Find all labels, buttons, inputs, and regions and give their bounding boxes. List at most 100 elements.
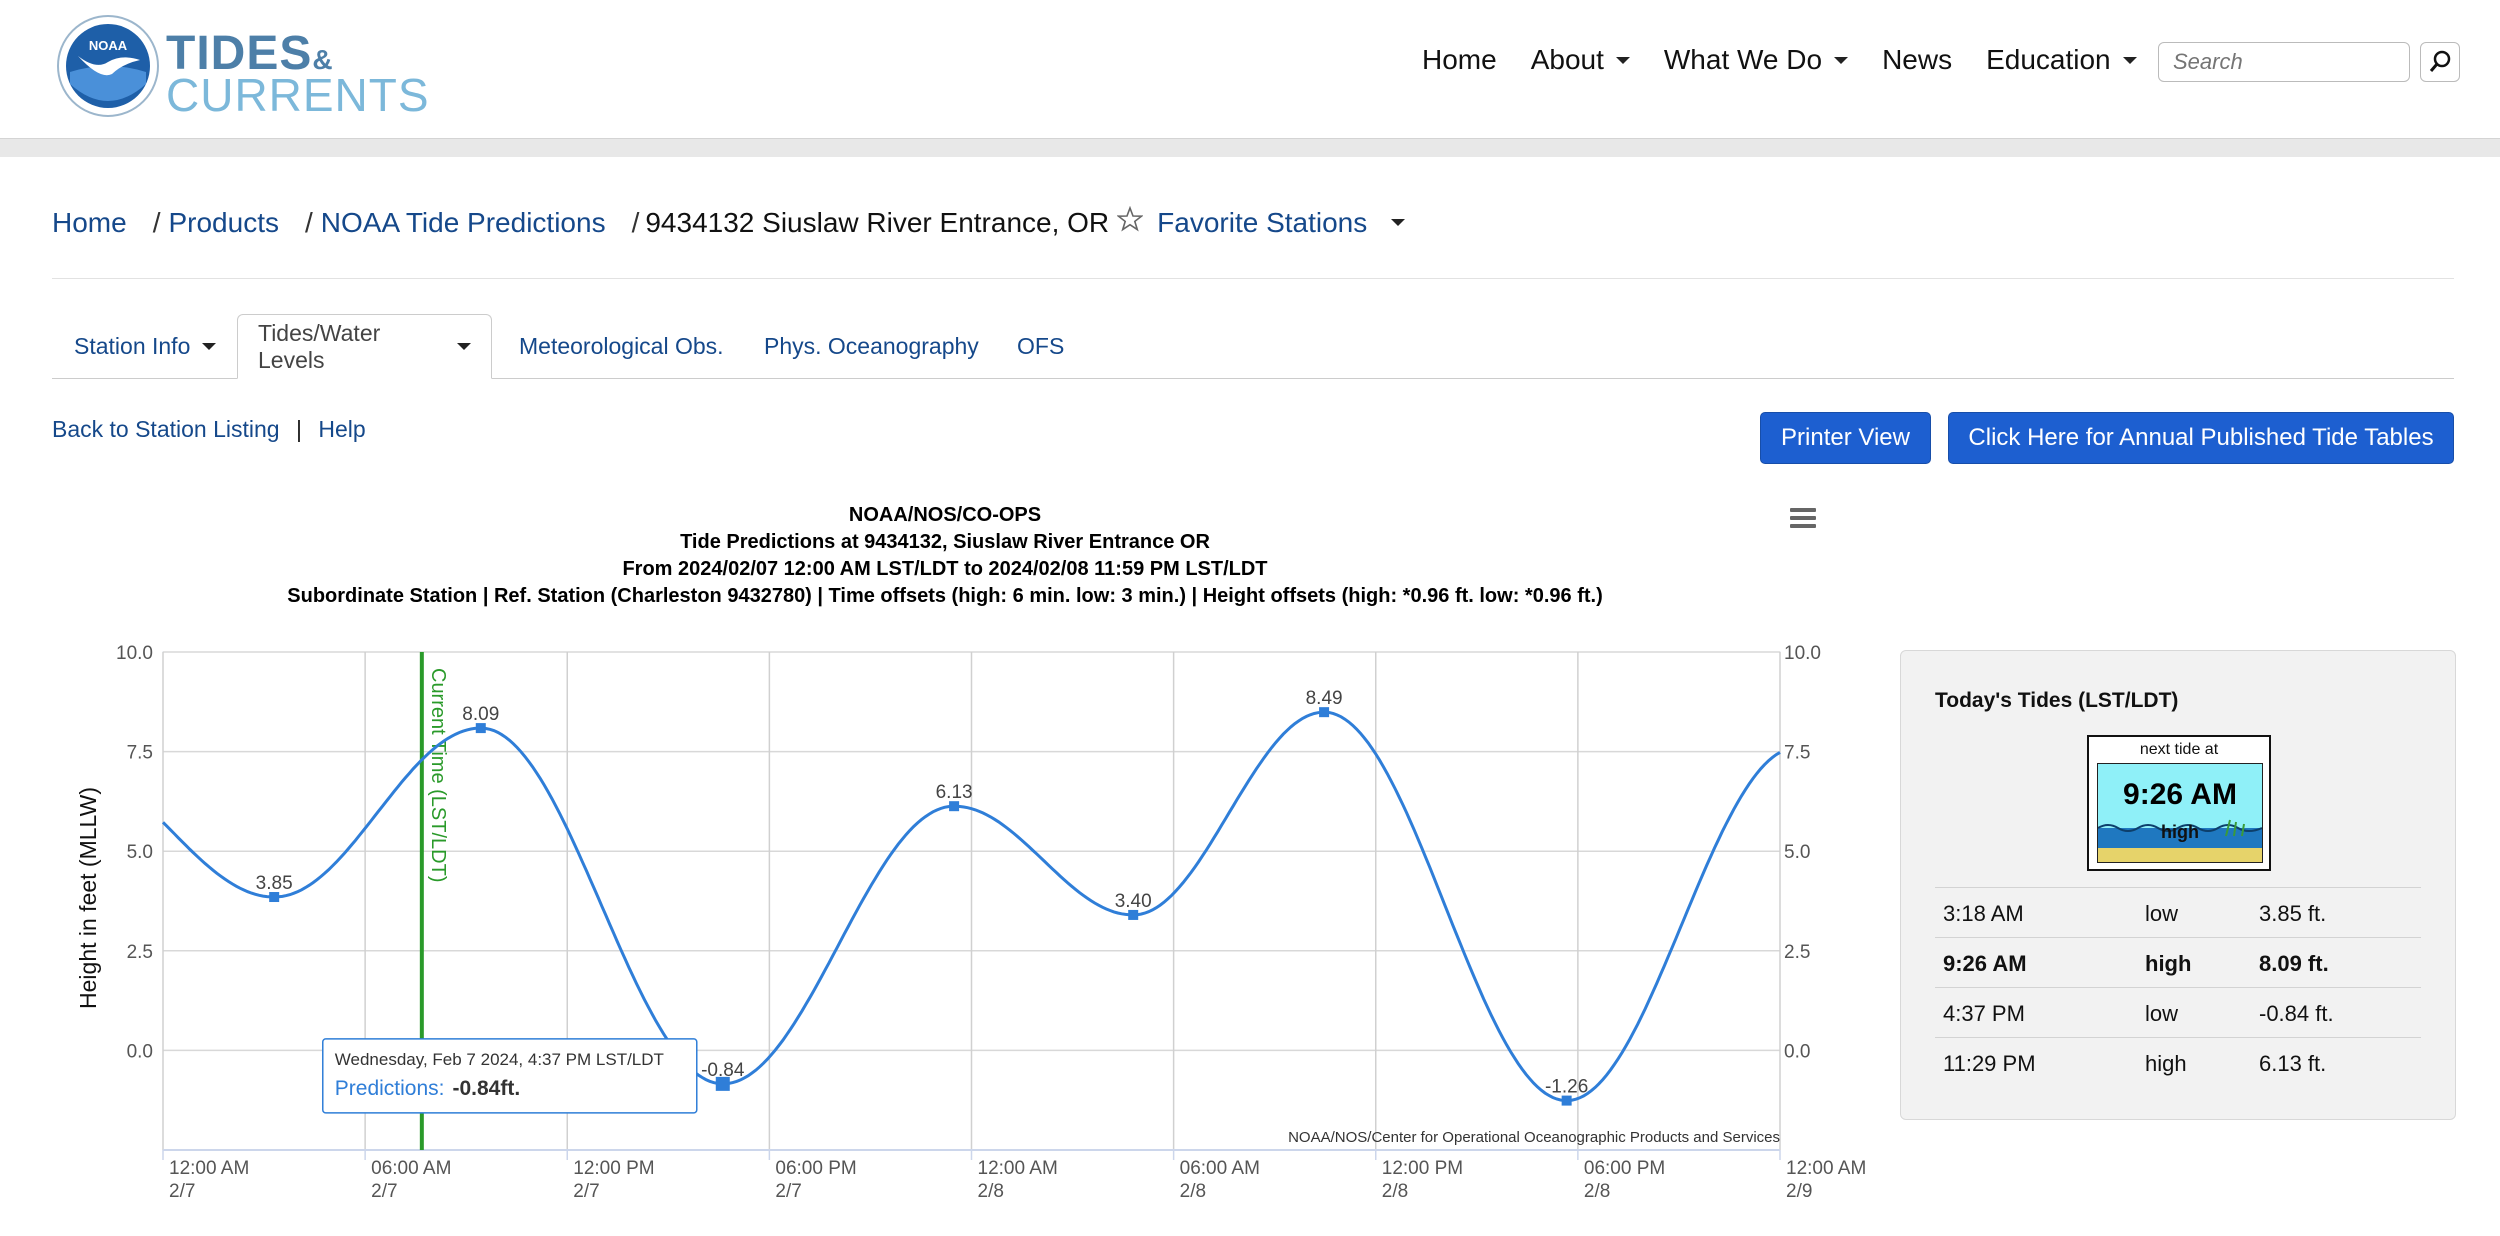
- chart-title-line-3: From 2024/02/07 12:00 AM LST/LDT to 2024…: [622, 558, 1268, 580]
- favorite-stations-dropdown[interactable]: Favorite Stations: [1157, 207, 1367, 239]
- breadcrumb-tide-predictions[interactable]: NOAA Tide Predictions: [321, 207, 606, 239]
- site-header: NOAA TIDES& CURRENTS Home About What We …: [0, 0, 2500, 138]
- back-to-station-listing-link[interactable]: Back to Station Listing: [52, 416, 280, 442]
- breadcrumb-divider: [52, 278, 2454, 279]
- chevron-down-icon: [1615, 56, 1630, 64]
- data-label: -0.84: [701, 1060, 745, 1081]
- y-tick-label: 5.0: [127, 842, 153, 863]
- data-label: 8.09: [462, 704, 499, 725]
- tab-station-info[interactable]: Station Info: [74, 314, 217, 378]
- tide-height: 6.13 ft.: [2259, 1051, 2327, 1076]
- chart-title-line-4: Subordinate Station | Ref. Station (Char…: [287, 585, 1603, 607]
- x-tick-label: 12:00 AM: [1786, 1158, 1866, 1179]
- svg-text:NOAA: NOAA: [89, 38, 128, 53]
- printer-view-button[interactable]: Printer View: [1760, 412, 1931, 464]
- site-logo-text[interactable]: TIDES& CURRENTS: [166, 30, 430, 119]
- x-tick-date: 2/7: [573, 1181, 599, 1202]
- chart-credit[interactable]: NOAA/NOS/Center for Operational Oceanogr…: [1288, 1129, 1780, 1146]
- chart-menu-icon[interactable]: [1788, 504, 1818, 537]
- tab-tides-water-levels[interactable]: Tides/Water Levels: [237, 314, 492, 379]
- search-button[interactable]: [2420, 42, 2460, 82]
- tide-type: high: [2145, 1051, 2187, 1076]
- noaa-logo[interactable]: NOAA: [56, 14, 160, 123]
- search-icon: [2429, 50, 2451, 72]
- y-tick-label-right: 10.0: [1784, 643, 1821, 664]
- x-tick-date: 2/8: [1180, 1181, 1206, 1202]
- next-tide-label: next tide at: [2139, 741, 2219, 758]
- y-tick-label-right: 0.0: [1784, 1041, 1810, 1062]
- nav-about[interactable]: About: [1531, 44, 1630, 76]
- x-tick-date: 2/7: [371, 1181, 397, 1202]
- tab-ofs[interactable]: OFS: [1017, 314, 1064, 378]
- next-tide-type: high: [2161, 822, 2199, 842]
- x-tick-label: 12:00 AM: [978, 1158, 1058, 1179]
- nav-news-label: News: [1882, 44, 1953, 75]
- favorite-star-icon[interactable]: [1116, 205, 1144, 239]
- chart-title-line-2: Tide Predictions at 9434132, Siuslaw Riv…: [680, 531, 1210, 553]
- tab-tides-label: Tides/Water Levels: [258, 319, 381, 373]
- x-tick-label: 06:00 PM: [775, 1158, 856, 1179]
- tide-prediction-chart[interactable]: 10.0 10.0 7.5 7.5 5.0 5.0 2.5 2.5 0.0 0.0 12:00 A…: [0, 630, 1900, 1230]
- data-label: 6.13: [936, 782, 973, 803]
- water-waves-icon: [2098, 819, 2262, 862]
- x-axis: 12:00 AM2/706:00 AM2/712:00 PM2/706:00 P…: [162, 1149, 1866, 1202]
- tide-time: 9:26 AM: [1943, 951, 2027, 976]
- y-tick-label: 2.5: [127, 942, 153, 963]
- x-tick-label: 06:00 AM: [1180, 1158, 1260, 1179]
- search-input[interactable]: [2158, 42, 2410, 82]
- tab-meteorological-label: Meteorological Obs.: [519, 332, 724, 359]
- y-tick-label: 7.5: [127, 743, 153, 764]
- tooltip-body: Predictions: -0.84ft.: [335, 1077, 520, 1100]
- nav-education[interactable]: Education: [1986, 44, 2137, 76]
- tide-row: 9:26 AM high 8.09 ft.: [1935, 937, 2421, 988]
- tooltip-header: Wednesday, Feb 7 2024, 4:37 PM LST/LDT: [335, 1050, 664, 1069]
- breadcrumb-home[interactable]: Home: [52, 207, 127, 239]
- x-tick-date: 2/7: [775, 1181, 801, 1202]
- y-tick-label-right: 2.5: [1784, 942, 1810, 963]
- breadcrumb-separator: /: [631, 206, 640, 238]
- x-tick-label: 12:00 PM: [573, 1158, 654, 1179]
- breadcrumb-separator: /: [152, 206, 161, 238]
- noaa-emblem-icon: NOAA: [57, 15, 159, 117]
- tide-time: 11:29 PM: [1943, 1051, 2036, 1076]
- nav-news[interactable]: News: [1882, 44, 1952, 76]
- main-nav: Home About What We Do News Education: [1422, 44, 2171, 76]
- chevron-down-icon[interactable]: [1391, 219, 1406, 226]
- nav-home[interactable]: Home: [1422, 44, 1497, 76]
- nav-what-we-do[interactable]: What We Do: [1663, 44, 1849, 76]
- nav-about-label: About: [1530, 44, 1604, 75]
- breadcrumb-products[interactable]: Products: [168, 207, 279, 239]
- tab-ofs-label: OFS: [1017, 332, 1065, 359]
- x-tick-date: 2/8: [1382, 1181, 1408, 1202]
- tide-type: low: [2145, 901, 2179, 926]
- tide-height: -0.84 ft.: [2259, 1001, 2334, 1026]
- chevron-down-icon: [457, 343, 471, 350]
- tide-row: 3:18 AM low 3.85 ft.: [1935, 887, 2421, 938]
- current-time-label: Current Time (LST/LDT): [427, 668, 449, 882]
- y-tick-label-right: 7.5: [1784, 743, 1810, 764]
- help-link[interactable]: Help: [318, 416, 365, 442]
- chevron-down-icon: [2122, 56, 2137, 64]
- tab-phys-oceanography[interactable]: Phys. Oceanography: [764, 314, 979, 378]
- data-label: -1.26: [1545, 1077, 1588, 1098]
- annual-tide-tables-button[interactable]: Click Here for Annual Published Tide Tab…: [1948, 412, 2454, 464]
- chart-tooltip: Wednesday, Feb 7 2024, 4:37 PM LST/LDT P…: [322, 1038, 698, 1114]
- y-axis-title: Height in feet (MLLW): [75, 787, 101, 1009]
- breadcrumb-current-station: 9434132 Siuslaw River Entrance, OR: [645, 206, 1110, 238]
- nav-what-we-do-label: What We Do: [1663, 44, 1823, 75]
- tide-height: 3.85 ft.: [2259, 901, 2327, 926]
- x-tick-label: 06:00 AM: [371, 1158, 451, 1179]
- x-tick-label: 06:00 PM: [1584, 1158, 1665, 1179]
- x-tick-date: 2/7: [169, 1181, 195, 1202]
- chevron-down-icon: [1834, 56, 1849, 64]
- tooltip-value: -0.84ft.: [452, 1077, 520, 1100]
- y-tick-label: 10.0: [116, 643, 153, 664]
- tide-height: 8.09 ft.: [2259, 951, 2329, 976]
- tide-type: low: [2145, 1001, 2179, 1026]
- tab-meteorological-obs[interactable]: Meteorological Obs.: [519, 314, 724, 378]
- breadcrumb-separator: /: [304, 206, 313, 238]
- breadcrumb: Home / Products / NOAA Tide Predictions …: [52, 205, 1406, 239]
- tide-row: 4:37 PM low -0.84 ft.: [1935, 987, 2421, 1038]
- tab-phys-oceanography-label: Phys. Oceanography: [764, 332, 979, 359]
- x-tick-date: 2/9: [1786, 1181, 1812, 1202]
